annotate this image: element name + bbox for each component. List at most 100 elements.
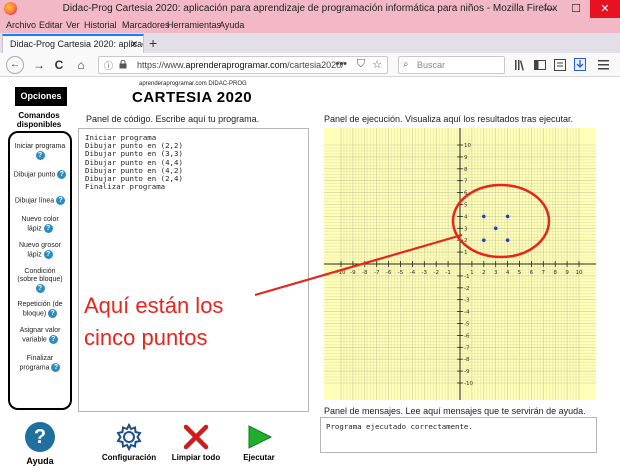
menu-archivo[interactable]: Archivo [6,20,36,30]
x-tick-label: 5 [518,270,522,276]
library-icon[interactable] [514,59,526,71]
home-button[interactable]: ⌂ [72,56,90,74]
forward-button[interactable]: → [30,56,48,74]
menu-ayuda[interactable]: Ayuda [219,20,244,30]
url-prefix: https://www. [137,60,186,70]
cmd-repeticion[interactable]: Repetición (de bloque) ? [10,301,70,318]
cmd-nuevo-color[interactable]: Nuevo color lápiz ? [10,216,70,233]
menu-icon[interactable] [598,60,609,70]
ayuda-label[interactable]: Ayuda [16,456,64,466]
msg-panel-label: Panel de mensajes. Lee aquí mensajes que… [324,406,586,416]
x-tick-label: -3 [422,270,428,276]
search-placeholder: Buscar [417,60,446,70]
x-tick-label: 6 [530,270,534,276]
pocket-icon[interactable]: ⛉ [357,58,365,71]
gear-icon[interactable] [115,423,143,451]
y-tick-label: 3 [464,226,468,232]
play-icon[interactable] [245,423,273,451]
x-tick-label: -10 [337,270,346,276]
reader-icon[interactable] [554,59,566,71]
y-tick-label: -9 [464,369,470,375]
help-circle-icon[interactable]: ? [25,422,55,452]
site-info-icon[interactable]: ⓘ [104,59,113,72]
message-panel: Programa ejecutado correctamente. [320,417,597,453]
search-icon: ⌕ [403,59,409,70]
y-tick-label: -10 [464,381,473,387]
y-tick-label: 5 [464,203,468,209]
y-tick-label: 10 [464,143,471,149]
code-editor[interactable]: Iniciar programa Dibujar punto en (2,2) Di… [78,128,309,412]
help-icon[interactable]: ? [43,250,53,259]
page-content: Opciones Comandos disponibles Iniciar pr… [0,78,620,475]
sidebar-icon[interactable] [534,59,546,71]
tab-close-icon[interactable]: ✕ [130,39,138,50]
run-button[interactable]: Ejecutar [236,453,282,462]
cmd-finalizar-programa[interactable]: Finalizar programa ? [10,355,70,372]
cmd-iniciar-programa[interactable]: Iniciar programa ? [10,143,70,160]
menu-herramientas[interactable]: Herramientas [167,20,221,30]
config-button[interactable]: Configuración [98,453,160,462]
message-text: Programa ejecutado correctamente. [326,422,473,431]
tab-label: Didac-Prog Cartesia 2020: aplicació [10,39,144,49]
y-tick-label: -8 [464,357,470,363]
menu-ver[interactable]: Ver [66,20,80,30]
y-tick-label: -2 [464,286,469,292]
help-icon[interactable]: ? [43,224,53,233]
help-icon[interactable]: ? [35,284,45,293]
help-icon[interactable]: ? [57,170,67,179]
cmd-asignar-valor[interactable]: Asignar valor variable ? [10,327,70,344]
reload-button[interactable]: C [50,56,68,74]
data-point [482,214,486,219]
y-tick-label: -1 [464,274,469,280]
data-point [505,214,510,219]
menu-historial[interactable]: Historial [84,20,117,30]
y-tick-label: -3 [464,298,470,304]
cmd-nuevo-grosor[interactable]: Nuevo grosor lápiz ? [10,242,70,259]
cmd-label: Nuevo color lápiz [21,216,59,233]
x-tick-label: 10 [576,270,583,276]
help-icon[interactable]: ? [35,151,45,160]
cmd-dibujar-linea[interactable]: Dibujar línea ? [10,196,70,205]
opciones-button[interactable]: Opciones [15,87,67,106]
help-icon[interactable]: ? [48,309,58,318]
execution-panel: -10 -9 -8 -7 -6 -5 -4 -3 -2 -1 1 2 3 4 5 6 7 8 9 10 -10 -9 -8-… [324,128,596,400]
menu-marcadores[interactable]: Marcadores [122,20,170,30]
help-icon[interactable]: ? [56,196,66,205]
url-bar[interactable]: ⓘ https://www.aprenderaprogramar.com/car… [98,56,388,74]
y-tick-label: 2 [464,238,468,244]
search-bar[interactable]: ⌕ Buscar [398,56,505,74]
clear-button[interactable]: Limpiar todo [163,453,229,462]
page-actions-icon[interactable]: ••• [335,58,347,70]
annotation-line: cinco puntos [84,325,208,350]
menu-editar[interactable]: Editar [39,20,63,30]
code-line: Finalizar programa [85,182,166,192]
x-tick-label: 9 [565,270,569,276]
clear-x-icon[interactable] [182,423,210,451]
new-tab-button[interactable]: + [149,35,157,51]
help-icon[interactable]: ? [51,363,61,372]
y-tick-label: 8 [464,167,468,173]
data-point [482,238,486,242]
nav-bar: ← → C ⌂ ⓘ https://www.aprenderaprogramar… [0,53,620,77]
browser-window: Didac-Prog Cartesia 2020: aplicación par… [0,0,620,475]
close-window-button[interactable]: ✕ [590,0,620,18]
x-tick-label: -6 [386,270,392,276]
help-icon[interactable]: ? [48,335,58,344]
bookmark-star-icon[interactable]: ☆ [372,58,382,71]
y-tick-label: 1 [464,250,468,256]
cmd-dibujar-punto[interactable]: Dibujar punto ? [10,170,70,179]
x-tick-label: -9 [350,270,356,276]
x-tick-label: 1 [470,270,474,276]
back-button[interactable]: ← [6,56,24,74]
x-tick-label: -4 [410,270,416,276]
x-tick-label: 3 [494,270,498,276]
url-host: aprenderaprogramar.com [185,60,288,70]
maximize-button[interactable]: ☐ [563,0,589,18]
cmd-condicion[interactable]: Condición (sobre bloque) ? [10,268,70,293]
minimize-button[interactable]: — [536,0,562,18]
cmd-label: Finalizar programa [19,355,54,372]
x-tick-label: -2 [433,270,438,276]
download-icon[interactable] [574,58,586,71]
tab-cartesia[interactable]: Didac-Prog Cartesia 2020: aplicació ✕ [2,34,144,53]
x-tick-label: 8 [553,270,557,276]
